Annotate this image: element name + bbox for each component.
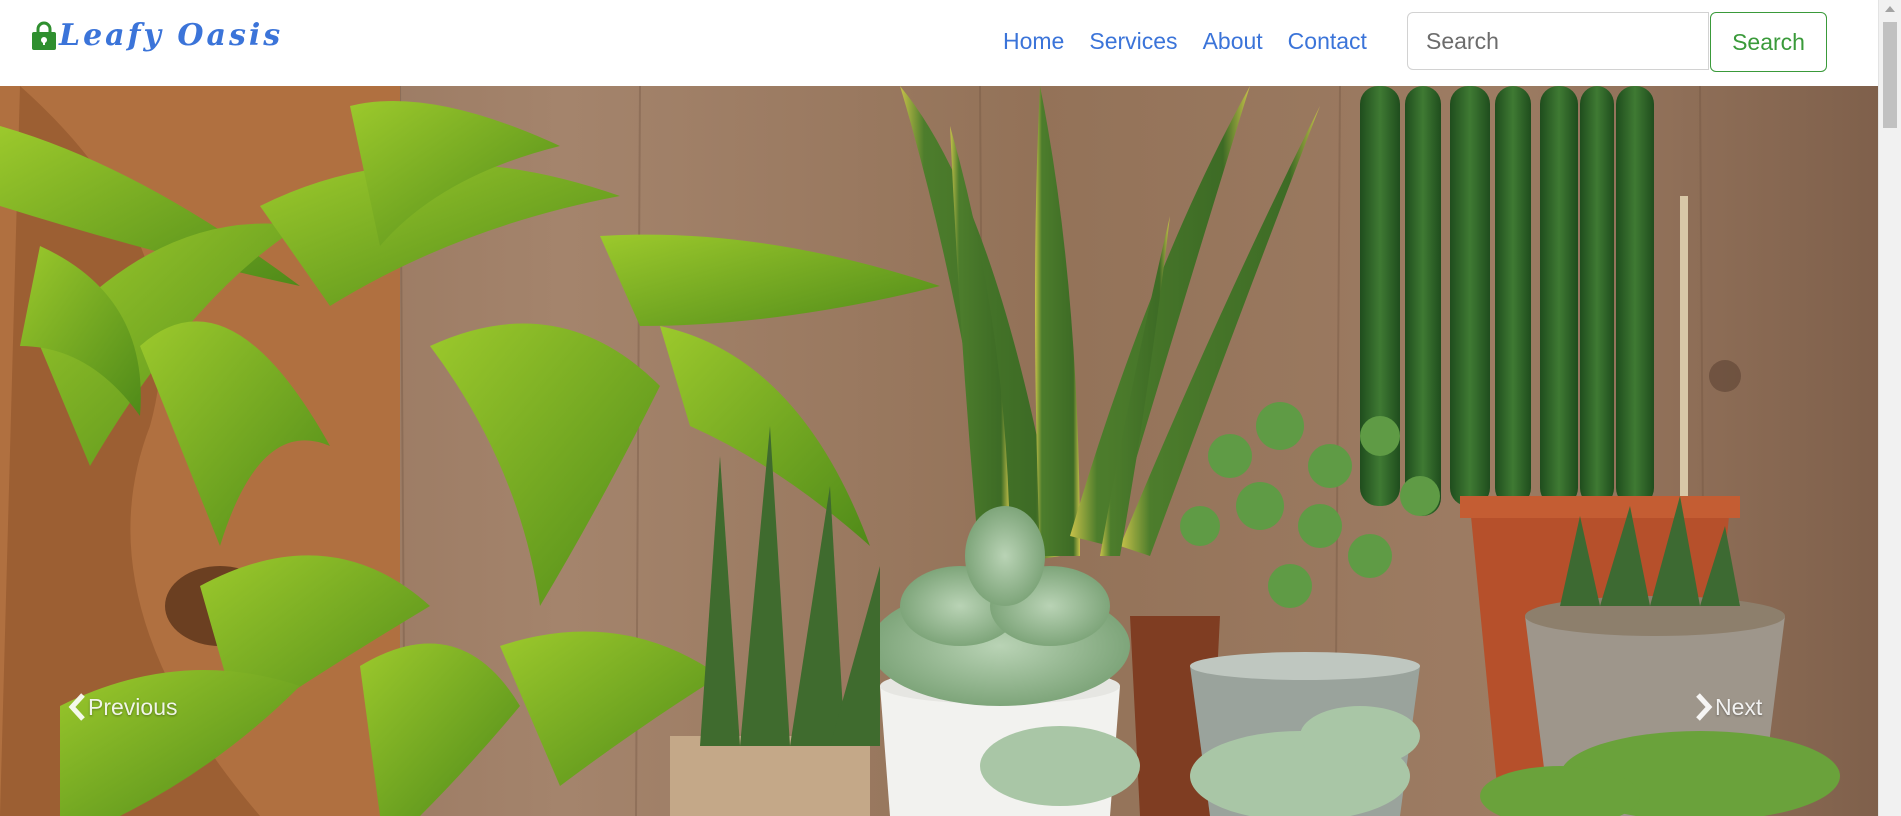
- scroll-up-arrow-icon[interactable]: [1885, 6, 1895, 12]
- nav-link-services[interactable]: Services: [1089, 25, 1177, 57]
- nav-links: Home Services About Contact: [1003, 25, 1392, 57]
- brand-name: Leafy Oasis: [59, 18, 284, 53]
- search-input[interactable]: [1407, 12, 1709, 70]
- carousel-prev-label: Previous: [88, 693, 178, 720]
- nav-link-contact[interactable]: Contact: [1288, 25, 1367, 57]
- carousel-next-label: Next: [1715, 693, 1763, 720]
- carousel-next-control[interactable]: Next: [1693, 692, 1762, 722]
- page: Leafy Oasis Home Services About Contact …: [0, 0, 1878, 816]
- nav-link-about[interactable]: About: [1203, 25, 1263, 57]
- scroll-thumb[interactable]: [1883, 22, 1897, 128]
- chevron-left-icon: [66, 692, 88, 722]
- brand-link[interactable]: Leafy Oasis: [30, 18, 283, 53]
- navbar: Leafy Oasis Home Services About Contact …: [0, 0, 1878, 86]
- chevron-right-icon: [1693, 692, 1715, 722]
- nav-link-home[interactable]: Home: [1003, 25, 1064, 57]
- carousel-prev-control[interactable]: Previous: [66, 692, 177, 722]
- hero-carousel: Previous Next: [0, 86, 1878, 816]
- potted-plants-photo: [0, 86, 1878, 816]
- shopping-bag-icon: [30, 21, 58, 51]
- vertical-scrollbar[interactable]: [1878, 0, 1901, 816]
- search-button[interactable]: Search: [1710, 12, 1827, 72]
